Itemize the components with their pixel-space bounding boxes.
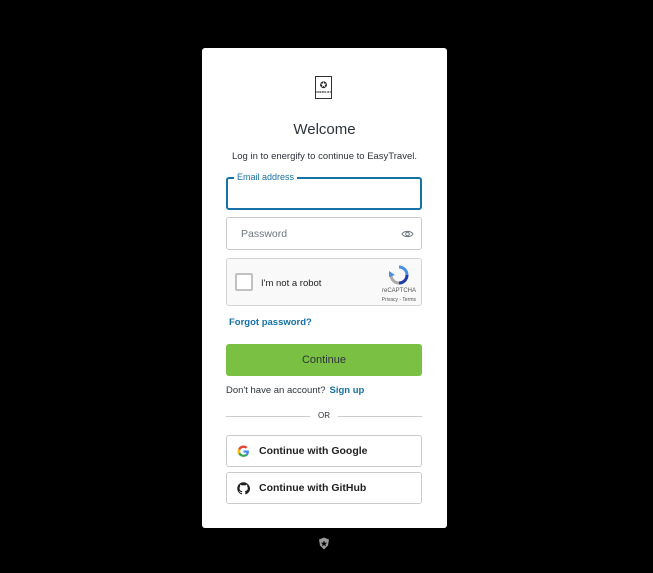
logo-text: ENERGIFY <box>315 90 332 94</box>
eye-icon[interactable] <box>401 228 414 240</box>
page-subtitle: Log in to energify to continue to EasyTr… <box>231 151 417 162</box>
signup-row: Don't have an account? Sign up <box>226 385 364 396</box>
continue-with-github-button[interactable]: Continue with GitHub <box>226 472 422 504</box>
recaptcha-label: I'm not a robot <box>261 278 322 289</box>
app-logo: ✪ ENERGIFY <box>315 76 332 99</box>
or-divider: OR <box>226 410 422 422</box>
recaptcha-checkbox[interactable] <box>235 273 253 291</box>
password-placeholder: Password <box>241 228 288 240</box>
github-button-label: Continue with GitHub <box>259 482 367 494</box>
github-icon <box>237 482 250 495</box>
auth0-shield-icon <box>319 537 329 550</box>
email-field[interactable]: Email address <box>226 171 422 210</box>
recaptcha-widget: I'm not a robot reCAPTCHA Privacy - Term… <box>226 258 422 306</box>
recaptcha-links[interactable]: Privacy - Terms <box>356 297 416 303</box>
page-title: Welcome <box>293 121 356 138</box>
divider-line-right <box>338 416 422 417</box>
forgot-password-link[interactable]: Forgot password? <box>229 317 312 328</box>
password-field[interactable]: Password <box>226 217 422 250</box>
signup-link[interactable]: Sign up <box>330 385 365 396</box>
continue-button[interactable]: Continue <box>226 344 422 376</box>
google-icon <box>237 445 249 457</box>
recaptcha-brand: reCAPTCHA <box>381 288 416 294</box>
logo-mark-icon: ✪ <box>319 80 328 90</box>
continue-with-google-button[interactable]: Continue with Google <box>226 435 422 467</box>
signup-prompt: Don't have an account? <box>226 385 326 396</box>
login-card: ✪ ENERGIFY Welcome Log in to energify to… <box>202 48 447 528</box>
email-input[interactable] <box>228 179 420 208</box>
recaptcha-logo-icon <box>389 265 409 285</box>
google-button-label: Continue with Google <box>259 445 368 457</box>
